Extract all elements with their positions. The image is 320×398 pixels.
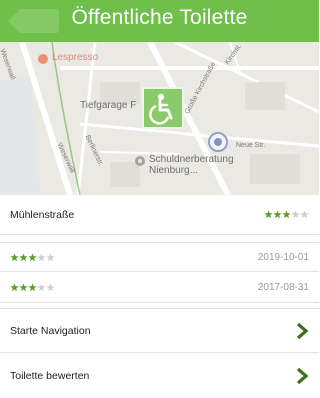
review-date: 2017-08-31 bbox=[257, 281, 309, 293]
star-filled-icon bbox=[28, 252, 37, 261]
star-filled-icon bbox=[19, 252, 28, 261]
current-location-marker bbox=[208, 132, 228, 152]
review-row: 2017-08-31 bbox=[0, 272, 319, 303]
start-navigation-label: Starte Navigation bbox=[10, 324, 91, 337]
star-filled-icon bbox=[264, 210, 273, 219]
map-view[interactable]: Lespresso Tiefgarage F Neue Str. Schuldn… bbox=[0, 42, 319, 195]
star-filled-icon bbox=[10, 282, 19, 291]
app-bar: Öffentliche Toilette bbox=[0, 0, 319, 42]
start-navigation-button[interactable]: Starte Navigation bbox=[0, 309, 319, 353]
location-rating-stars bbox=[264, 210, 309, 219]
rate-toilet-label: Toilette bewerten bbox=[10, 369, 90, 382]
review-row: 2019-10-01 bbox=[0, 243, 319, 272]
star-empty-icon bbox=[46, 282, 55, 291]
location-row: Mühlenstraße bbox=[0, 195, 319, 235]
map-label-poi: Lespresso bbox=[52, 52, 99, 63]
star-filled-icon bbox=[282, 210, 291, 219]
toilet-marker[interactable] bbox=[142, 87, 184, 129]
star-empty-icon bbox=[37, 282, 46, 291]
page-title: Öffentliche Toilette bbox=[71, 6, 248, 29]
wheelchair-icon bbox=[149, 93, 173, 125]
star-filled-icon bbox=[28, 282, 37, 291]
review-rating-stars bbox=[10, 282, 258, 292]
star-empty-icon bbox=[37, 252, 46, 261]
star-empty-icon bbox=[46, 252, 55, 261]
map-label-business-line2: Nienburg... bbox=[149, 165, 198, 176]
map-label-business-line1: Schuldnerberatung bbox=[149, 154, 234, 165]
review-rating-stars bbox=[10, 252, 258, 262]
rate-toilet-button[interactable]: Toilette bewerten bbox=[0, 353, 319, 398]
map-label-business: Schuldnerberatung Nienburg... bbox=[149, 154, 234, 176]
star-filled-icon bbox=[10, 252, 19, 261]
chevron-right-icon[interactable] bbox=[295, 322, 309, 339]
review-date: 2019-10-01 bbox=[257, 251, 309, 263]
star-empty-icon bbox=[291, 210, 300, 219]
location-name: Mühlenstraße bbox=[10, 208, 75, 221]
star-empty-icon bbox=[300, 210, 309, 219]
chevron-right-icon[interactable] bbox=[295, 367, 309, 384]
star-filled-icon bbox=[273, 210, 282, 219]
map-label-tiefgarage: Tiefgarage F bbox=[80, 100, 137, 111]
star-filled-icon bbox=[19, 282, 28, 291]
map-label-street: Neue Str. bbox=[236, 142, 266, 149]
section-divider bbox=[0, 235, 319, 243]
